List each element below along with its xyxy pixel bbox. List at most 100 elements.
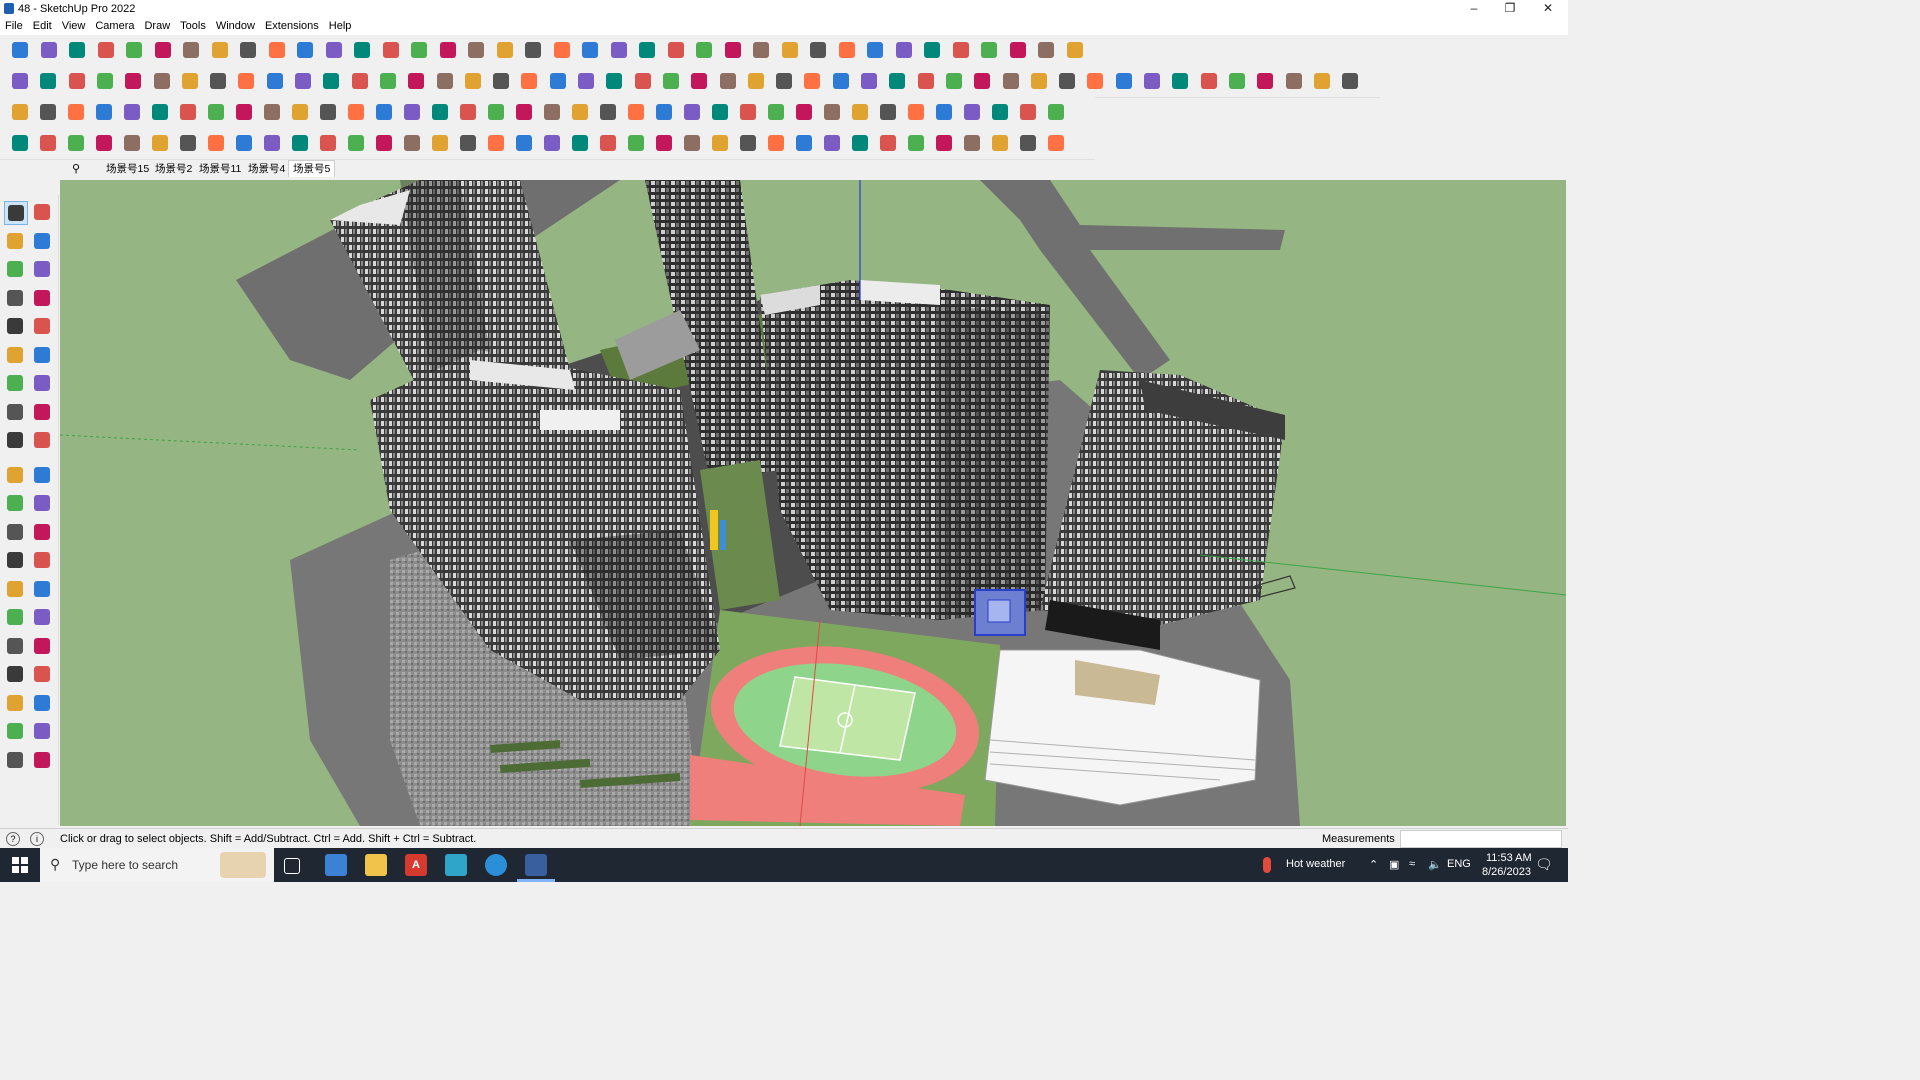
palette-tool-button[interactable] bbox=[4, 749, 26, 771]
toolbar-tool-button[interactable] bbox=[1112, 70, 1136, 92]
toolbar-tool-button[interactable] bbox=[1083, 70, 1107, 92]
toolbar-tool-button[interactable] bbox=[970, 70, 994, 92]
clock-date[interactable]: 8/26/2023 bbox=[1482, 866, 1531, 878]
toolbar-tool-button[interactable] bbox=[1044, 132, 1068, 154]
toolbar-tool-button[interactable] bbox=[904, 101, 928, 123]
toolbar-tool-button[interactable] bbox=[568, 132, 592, 154]
toolbar-tool-button[interactable] bbox=[736, 132, 760, 154]
menu-edit[interactable]: Edit bbox=[28, 18, 57, 32]
palette-tool-button[interactable] bbox=[31, 258, 53, 280]
palette-tool-button[interactable] bbox=[31, 720, 53, 742]
toolbar-tool-button[interactable] bbox=[631, 70, 655, 92]
taskbar-search-box[interactable]: ⚲ Type here to search bbox=[40, 848, 274, 882]
toolbar-tool-button[interactable] bbox=[36, 70, 60, 92]
toolbar-tool-button[interactable] bbox=[36, 132, 60, 154]
toolbar-tool-button[interactable] bbox=[260, 101, 284, 123]
toolbar-tool-button[interactable] bbox=[291, 70, 315, 92]
edge-browser-icon[interactable] bbox=[485, 854, 507, 876]
palette-tool-button[interactable] bbox=[31, 429, 53, 451]
toolbar-tool-button[interactable] bbox=[1006, 39, 1030, 61]
clock-time[interactable]: 11:53 AM bbox=[1486, 852, 1532, 864]
toolbar-tool-button[interactable] bbox=[1197, 70, 1221, 92]
toolbar-tool-button[interactable] bbox=[204, 101, 228, 123]
toolbar-tool-button[interactable] bbox=[885, 70, 909, 92]
toolbar-tool-button[interactable] bbox=[596, 132, 620, 154]
toolbar-tool-button[interactable] bbox=[428, 101, 452, 123]
toolbar-tool-button[interactable] bbox=[350, 39, 374, 61]
toolbar-tool-button[interactable] bbox=[36, 101, 60, 123]
toolbar-tool-button[interactable] bbox=[344, 101, 368, 123]
palette-tool-button[interactable] bbox=[4, 464, 26, 486]
toolbar-tool-button[interactable] bbox=[920, 39, 944, 61]
toolbar-tool-button[interactable] bbox=[550, 39, 574, 61]
toolbar-tool-button[interactable] bbox=[624, 132, 648, 154]
toolbar-tool-button[interactable] bbox=[8, 39, 32, 61]
toolbar-tool-button[interactable] bbox=[977, 39, 1001, 61]
toolbar-tool-button[interactable] bbox=[1338, 70, 1362, 92]
toolbar-tool-button[interactable] bbox=[93, 70, 117, 92]
model-viewport[interactable] bbox=[60, 180, 1566, 826]
toolbar-tool-button[interactable] bbox=[716, 70, 740, 92]
toolbar-tool-button[interactable] bbox=[708, 101, 732, 123]
toolbar-tool-button[interactable] bbox=[428, 132, 452, 154]
toolbar-tool-button[interactable] bbox=[800, 70, 824, 92]
task-view-icon[interactable] bbox=[284, 858, 300, 874]
toolbar-tool-button[interactable] bbox=[1225, 70, 1249, 92]
toolbar-tool-button[interactable] bbox=[1310, 70, 1334, 92]
close-button[interactable]: ✕ bbox=[1530, 0, 1566, 18]
geo-location-icon[interactable]: ? bbox=[6, 832, 20, 846]
toolbar-tool-button[interactable] bbox=[1016, 101, 1040, 123]
toolbar-tool-button[interactable] bbox=[932, 101, 956, 123]
toolbar-tool-button[interactable] bbox=[319, 70, 343, 92]
volume-muted-icon[interactable]: 🔈 bbox=[1428, 858, 1442, 871]
toolbar-tool-button[interactable] bbox=[876, 132, 900, 154]
toolbar-tool-button[interactable] bbox=[260, 132, 284, 154]
toolbar-tool-button[interactable] bbox=[372, 132, 396, 154]
toolbar-tool-button[interactable] bbox=[265, 39, 289, 61]
toolbar-tool-button[interactable] bbox=[293, 39, 317, 61]
toolbar-tool-button[interactable] bbox=[176, 101, 200, 123]
toolbar-tool-button[interactable] bbox=[835, 39, 859, 61]
toolbar-tool-button[interactable] bbox=[659, 70, 683, 92]
measurements-input[interactable] bbox=[1400, 830, 1562, 848]
menu-window[interactable]: Window bbox=[211, 18, 260, 32]
toolbar-tool-button[interactable] bbox=[540, 101, 564, 123]
palette-tool-button[interactable] bbox=[4, 344, 26, 366]
palette-tool-button[interactable] bbox=[4, 692, 26, 714]
toolbar-tool-button[interactable] bbox=[904, 132, 928, 154]
toolbar-tool-button[interactable] bbox=[517, 70, 541, 92]
toolbar-tool-button[interactable] bbox=[8, 70, 32, 92]
toolbar-tool-button[interactable] bbox=[568, 101, 592, 123]
palette-tool-button[interactable] bbox=[4, 663, 26, 685]
toolbar-tool-button[interactable] bbox=[1044, 101, 1068, 123]
toolbar-tool-button[interactable] bbox=[680, 101, 704, 123]
toolbar-tool-button[interactable] bbox=[344, 132, 368, 154]
palette-tool-button[interactable] bbox=[31, 521, 53, 543]
toolbar-tool-button[interactable] bbox=[1168, 70, 1192, 92]
toolbar-tool-button[interactable] bbox=[379, 39, 403, 61]
toolbar-tool-button[interactable] bbox=[8, 101, 32, 123]
toolbar-tool-button[interactable] bbox=[263, 70, 287, 92]
toolbar-tool-button[interactable] bbox=[708, 132, 732, 154]
palette-tool-button[interactable] bbox=[4, 230, 26, 252]
palette-tool-button[interactable] bbox=[31, 401, 53, 423]
toolbar-tool-button[interactable] bbox=[876, 101, 900, 123]
palette-tool-button[interactable] bbox=[4, 287, 26, 309]
toolbar-tool-button[interactable] bbox=[37, 39, 61, 61]
toolbar-tool-button[interactable] bbox=[376, 70, 400, 92]
toolbar-tool-button[interactable] bbox=[64, 101, 88, 123]
toolbar-tool-button[interactable] bbox=[820, 101, 844, 123]
toolbar-tool-button[interactable] bbox=[288, 132, 312, 154]
toolbar-tool-button[interactable] bbox=[692, 39, 716, 61]
toolbar-tool-button[interactable] bbox=[92, 132, 116, 154]
toolbar-tool-button[interactable] bbox=[949, 39, 973, 61]
toolbar-tool-button[interactable] bbox=[512, 101, 536, 123]
toolbar-tool-button[interactable] bbox=[687, 70, 711, 92]
palette-tool-button[interactable] bbox=[4, 720, 26, 742]
palette-tool-button[interactable] bbox=[31, 344, 53, 366]
toolbar-tool-button[interactable] bbox=[176, 132, 200, 154]
restore-button[interactable]: ❐ bbox=[1492, 0, 1528, 18]
toolbar-tool-button[interactable] bbox=[94, 39, 118, 61]
toolbar-tool-button[interactable] bbox=[316, 101, 340, 123]
toolbar-tool-button[interactable] bbox=[635, 39, 659, 61]
